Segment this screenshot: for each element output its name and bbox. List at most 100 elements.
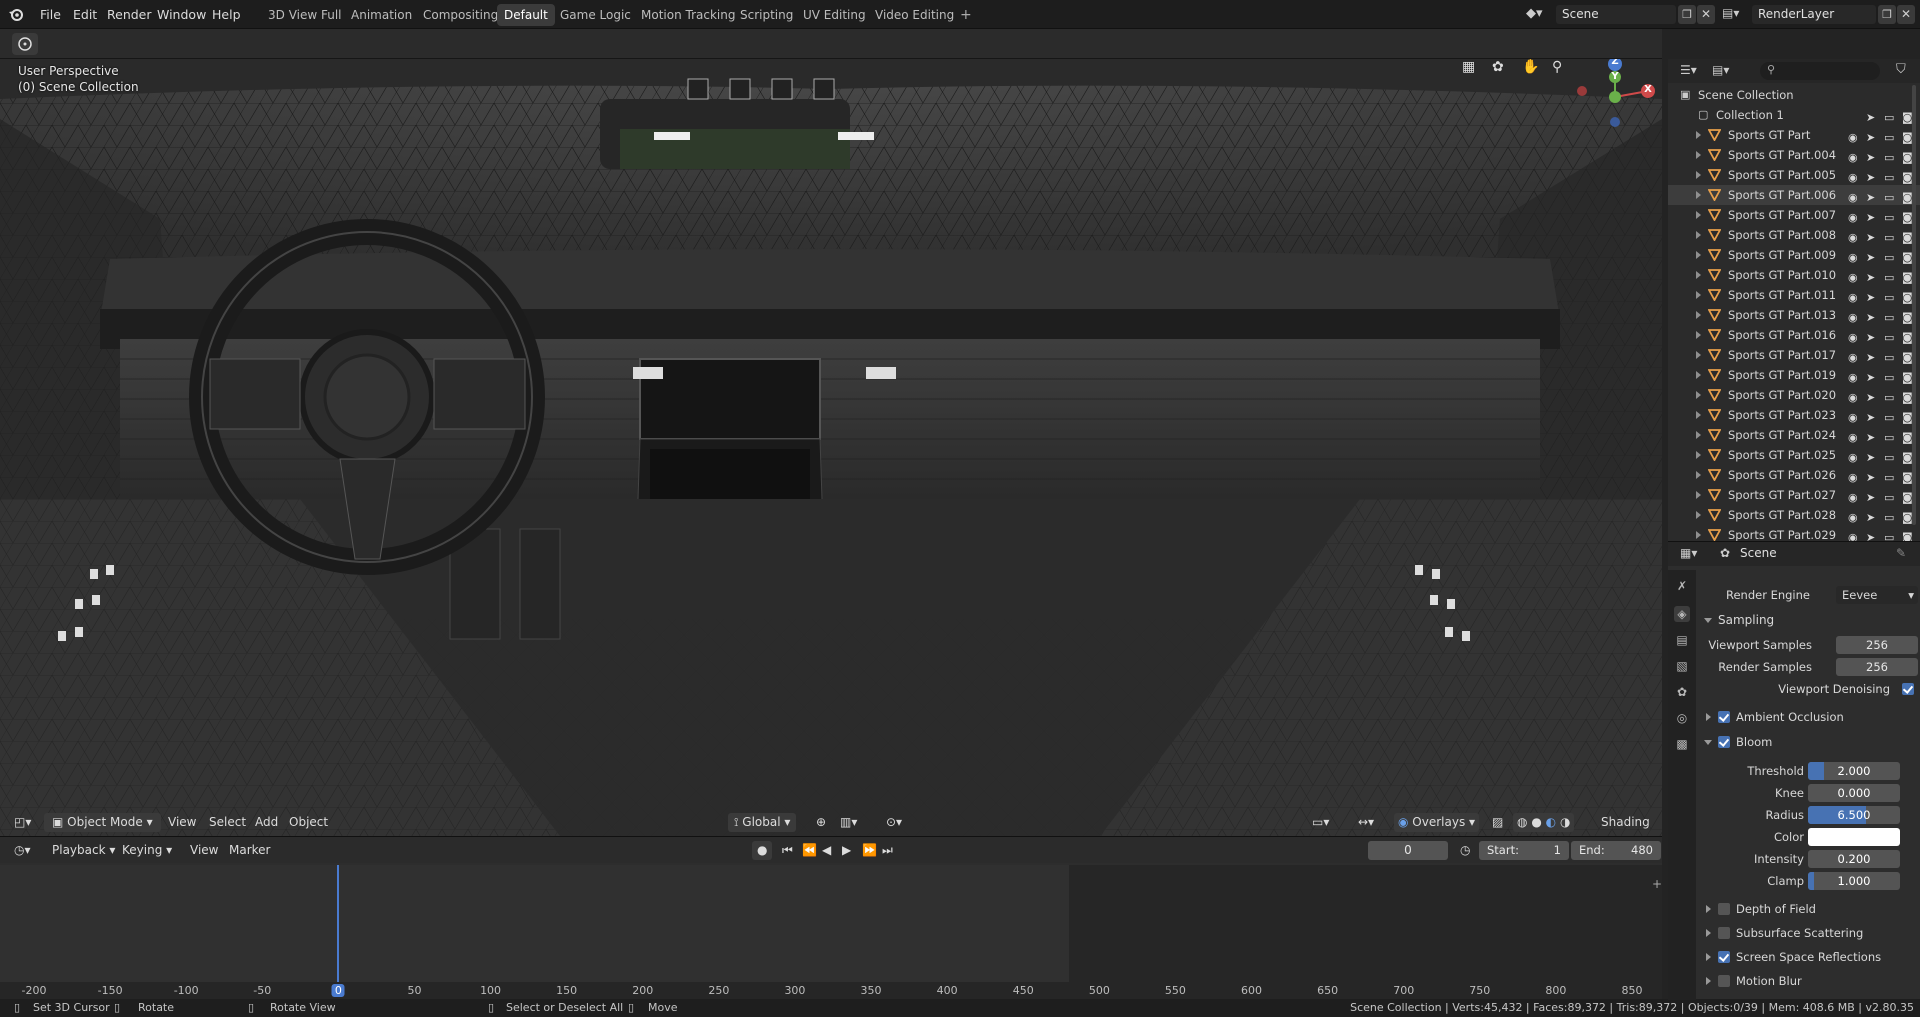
viewport-denoising-checkbox[interactable] [1902,683,1914,695]
outliner-row-object[interactable]: Sports GT Part.028 ◉ ➤ ▭ ◙ [1668,505,1920,525]
transform-tool-icon[interactable] [12,33,38,55]
render-samples-field[interactable]: 256 [1836,658,1918,676]
sampling-panel-header[interactable]: Sampling [1696,610,1920,630]
outliner-row-object[interactable]: Sports GT Part.016 ◉ ➤ ▭ ◙ [1668,325,1920,345]
expand-arrow-icon[interactable] [1696,451,1701,459]
view-layer-copy-icon[interactable]: ❐ [1878,5,1896,24]
use-preview-range-icon[interactable]: ◷ [1456,841,1474,860]
outliner-editor-type-icon[interactable]: ☰▾ [1680,63,1697,77]
snap-target-icon[interactable]: ▥▾ [836,813,861,832]
start-frame-field[interactable]: Start: 1 [1479,841,1569,860]
expand-arrow-icon[interactable] [1696,131,1701,139]
timeline-editor-type-icon[interactable]: ◷▾ [10,841,35,860]
current-frame-field[interactable]: 0 [1368,841,1448,860]
timeline-menu-view[interactable]: View [186,841,222,860]
shading-dropdown[interactable]: Shading ▾ [1597,813,1662,836]
outliner-row-object[interactable]: Sports GT Part.008 ◉ ➤ ▭ ◙ [1668,225,1920,245]
orientation-dropdown[interactable]: ⟟ Global ▾ [728,813,797,832]
knee-slider[interactable]: 0.000 [1808,784,1900,802]
viewport-menu-add[interactable]: Add [251,813,282,832]
render-camera-icon[interactable]: ◙ [1902,528,1913,541]
motion-blur-checkbox[interactable] [1718,975,1730,987]
view-layer-tab-icon[interactable]: ▧ [1674,658,1690,674]
outliner-scrollbar[interactable] [1912,85,1916,525]
blender-logo-icon[interactable] [8,6,24,22]
timeline-playhead[interactable] [337,865,340,1000]
viewport-menu-select[interactable]: Select [205,813,250,832]
grid-view-icon[interactable]: ▦ [1462,59,1482,79]
tab-video-editing[interactable]: Video Editing [868,4,961,26]
select-arrow-icon[interactable]: ➤ [1866,528,1875,541]
camera-view-icon[interactable]: ✿ [1492,59,1512,79]
viewport-samples-field[interactable]: 256 [1836,636,1918,654]
viewport-display-icon[interactable]: ▭ [1884,528,1894,541]
outliner-row-object[interactable]: Sports GT Part.017 ◉ ➤ ▭ ◙ [1668,345,1920,365]
tool-tab-icon[interactable]: ✗ [1674,578,1690,594]
proportional-edit-icon[interactable]: ⊙▾ [882,813,906,832]
ambient-occlusion-panel-header[interactable]: Ambient Occlusion [1696,707,1920,727]
overlays-dropdown[interactable]: ◉ Overlays ▾ [1394,813,1480,832]
timeline-menu-playback[interactable]: Playback ▾ [48,841,119,860]
view-layer-field[interactable]: RenderLayer [1752,5,1876,24]
jump-end-button[interactable]: ⏭ [878,841,897,860]
rendered-shading-icon[interactable]: ◑ [1560,815,1570,829]
filter-icon[interactable]: ⛉ [1896,62,1906,77]
expand-arrow-icon[interactable] [1696,311,1701,319]
motion-blur-panel-header[interactable]: Motion Blur [1696,971,1920,991]
outliner-row-object[interactable]: Sports GT Part.023 ◉ ➤ ▭ ◙ [1668,405,1920,425]
scene-copy-icon[interactable]: ❐ [1678,5,1696,24]
clamp-slider[interactable]: 1.000 [1808,872,1900,890]
depth-of-field-checkbox[interactable] [1718,903,1730,915]
expand-arrow-icon[interactable] [1696,411,1701,419]
render-engine-dropdown[interactable]: Eevee ▾ [1836,586,1918,604]
record-button[interactable]: ● [752,841,773,860]
timeline-ruler[interactable]: -200 -150 -100 -50 0 50 100 150 200 250 300 350 400 4… [0,982,1662,1000]
menu-file[interactable]: File [40,0,61,29]
menu-edit[interactable]: Edit [73,0,97,29]
outliner-row-collection[interactable]: ▢ Collection 1 ➤ ▭ ◙ [1668,105,1920,125]
outliner-row-object[interactable]: Sports GT Part.013 ◉ ➤ ▭ ◙ [1668,305,1920,325]
play-button[interactable]: ▶ [838,841,855,860]
view-object-types-icon[interactable]: ▭▾ [1308,813,1333,832]
jump-start-button[interactable]: ⏮ [778,841,797,860]
solid-shading-icon[interactable]: ● [1531,815,1541,829]
tab-game-logic[interactable]: Game Logic [553,4,638,26]
expand-arrow-icon[interactable] [1696,531,1701,539]
outliner-row-object[interactable]: Sports GT Part.025 ◉ ➤ ▭ ◙ [1668,445,1920,465]
outliner-row-object[interactable]: Sports GT Part.009 ◉ ➤ ▭ ◙ [1668,245,1920,265]
ambient-occlusion-checkbox[interactable] [1718,711,1730,723]
pin-icon[interactable]: ✎ [1896,546,1906,560]
properties-editor-type-icon[interactable]: ▦▾ [1680,546,1697,560]
xray-icon[interactable]: ▨ [1488,813,1507,832]
expand-arrow-icon[interactable] [1696,171,1701,179]
tab-animation[interactable]: Animation [344,4,419,26]
tab-motion-tracking[interactable]: Motion Tracking [634,4,742,26]
outliner-row-scene-collection[interactable]: ▣ Scene Collection [1668,85,1920,105]
output-tab-icon[interactable]: ▤ [1674,632,1690,648]
outliner-row-object[interactable]: Sports GT Part.026 ◉ ➤ ▭ ◙ [1668,465,1920,485]
gizmo-toggle-icon[interactable]: ↔▾ [1354,813,1378,832]
outliner-search-input[interactable]: ⚲ [1760,62,1880,80]
expand-arrow-icon[interactable] [1696,331,1701,339]
tab-scripting[interactable]: Scripting [733,4,800,26]
outliner-row-object[interactable]: Sports GT Part.011 ◉ ➤ ▭ ◙ [1668,285,1920,305]
scene-name-field[interactable]: Scene [1556,5,1676,24]
shading-modes[interactable]: ◍ ● ◐ ◑ [1513,813,1575,832]
timeline-area[interactable]: + [0,865,1662,1000]
outliner-row-object[interactable]: Sports GT Part.010 ◉ ➤ ▭ ◙ [1668,265,1920,285]
expand-arrow-icon[interactable] [1696,491,1701,499]
viewport-menu-view[interactable]: View [164,813,200,832]
tab-3d-view-full[interactable]: 3D View Full [261,4,349,26]
outliner-row-object[interactable]: Sports GT Part.024 ◉ ➤ ▭ ◙ [1668,425,1920,445]
view-layer-icon[interactable]: ▤▾ [1722,6,1746,23]
3d-viewport[interactable]: User Perspective (0) Scene Collection ▦ … [0,59,1662,836]
outliner-row-object[interactable]: Sports GT Part ◉ ➤ ▭ ◙ [1668,125,1920,145]
outliner-row-object[interactable]: Sports GT Part.029 ◉ ➤ ▭ ◙ [1668,525,1920,541]
outliner-row-object[interactable]: Sports GT Part.027 ◉ ➤ ▭ ◙ [1668,485,1920,505]
tab-default[interactable]: Default [497,4,555,26]
outliner-row-object[interactable]: Sports GT Part.019 ◉ ➤ ▭ ◙ [1668,365,1920,385]
zoom-icon[interactable]: ⚲ [1552,59,1572,79]
scene-icon[interactable]: ◆▾ [1526,6,1548,23]
depth-of-field-panel-header[interactable]: Depth of Field [1696,899,1920,919]
outliner-row-object[interactable]: Sports GT Part.007 ◉ ➤ ▭ ◙ [1668,205,1920,225]
